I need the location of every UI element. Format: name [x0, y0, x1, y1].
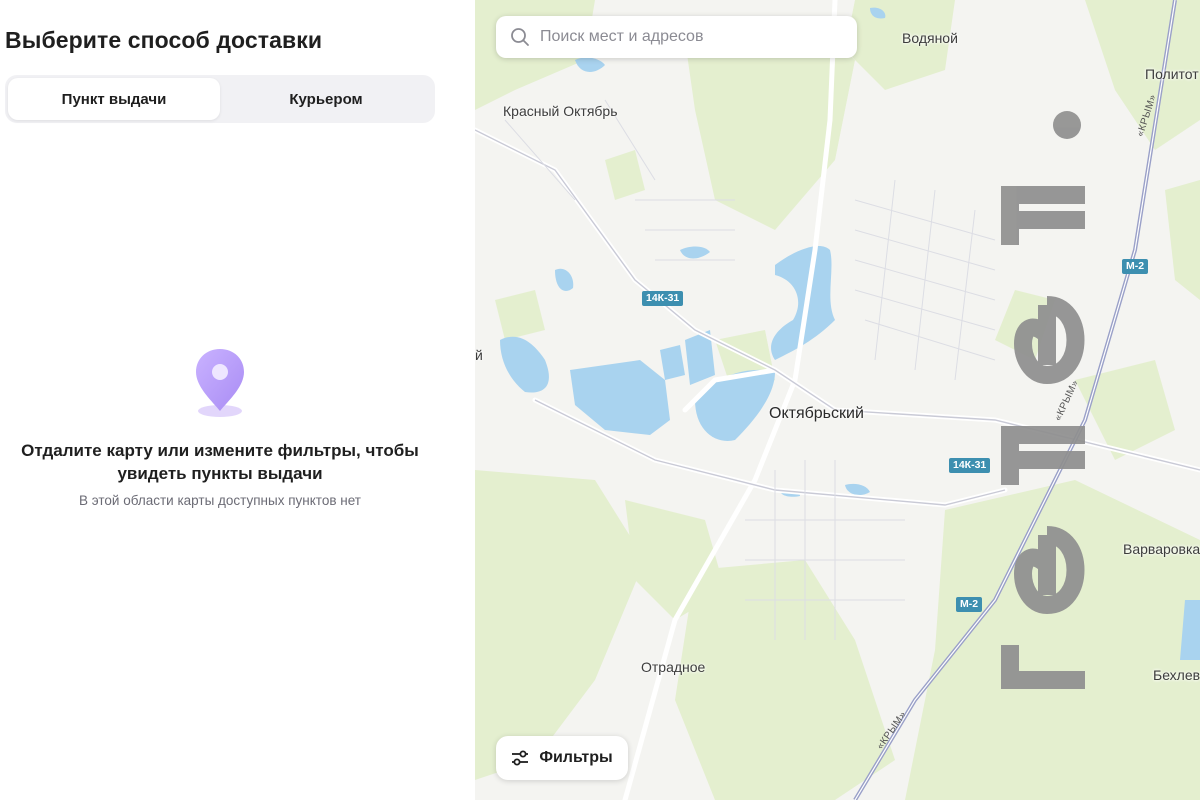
- page-title: Выберите способ доставки: [5, 27, 323, 53]
- sliders-icon: [512, 750, 529, 766]
- road-shield: 14К-31: [642, 291, 684, 306]
- road-shield: 14К-31: [949, 458, 991, 473]
- place-label: Красный Октябрь: [503, 103, 618, 119]
- empty-state-title: Отдалите карту или измените фильтры, что…: [21, 441, 419, 483]
- place-label: Отрадное: [641, 659, 706, 675]
- filters-button-label: Фильтры: [539, 749, 613, 766]
- tab-pickup-point[interactable]: Пункт выдачи: [8, 78, 220, 120]
- place-label: Октябрьский: [769, 405, 864, 422]
- tab-courier[interactable]: Курьером: [220, 78, 432, 120]
- filters-button[interactable]: Фильтры: [496, 736, 628, 780]
- empty-state: Отдалите карту или измените фильтры, что…: [0, 345, 440, 508]
- map[interactable]: Водяной Красный Октябрь Октябрьский Отра…: [475, 0, 1200, 800]
- road-shield: М-2: [1122, 259, 1149, 274]
- search-icon: [511, 28, 529, 46]
- delivery-panel: Выберите способ доставки Пункт выдачи Ку…: [0, 0, 475, 800]
- delivery-method-switch: Пункт выдачи Курьером: [5, 75, 435, 123]
- road-shield: М-2: [956, 597, 983, 612]
- place-label: й: [475, 347, 483, 363]
- empty-state-subtitle: В этой области карты доступных пунктов н…: [79, 493, 361, 508]
- map-search[interactable]: [496, 16, 857, 58]
- place-label: Водяной: [902, 30, 958, 46]
- location-pin-icon: [196, 349, 244, 417]
- place-label: Политот: [1145, 66, 1199, 82]
- place-label: Бехлев: [1153, 667, 1200, 683]
- search-input[interactable]: [540, 28, 840, 46]
- watermark-logo: [1001, 111, 1085, 689]
- place-label: Варваровка: [1123, 541, 1200, 557]
